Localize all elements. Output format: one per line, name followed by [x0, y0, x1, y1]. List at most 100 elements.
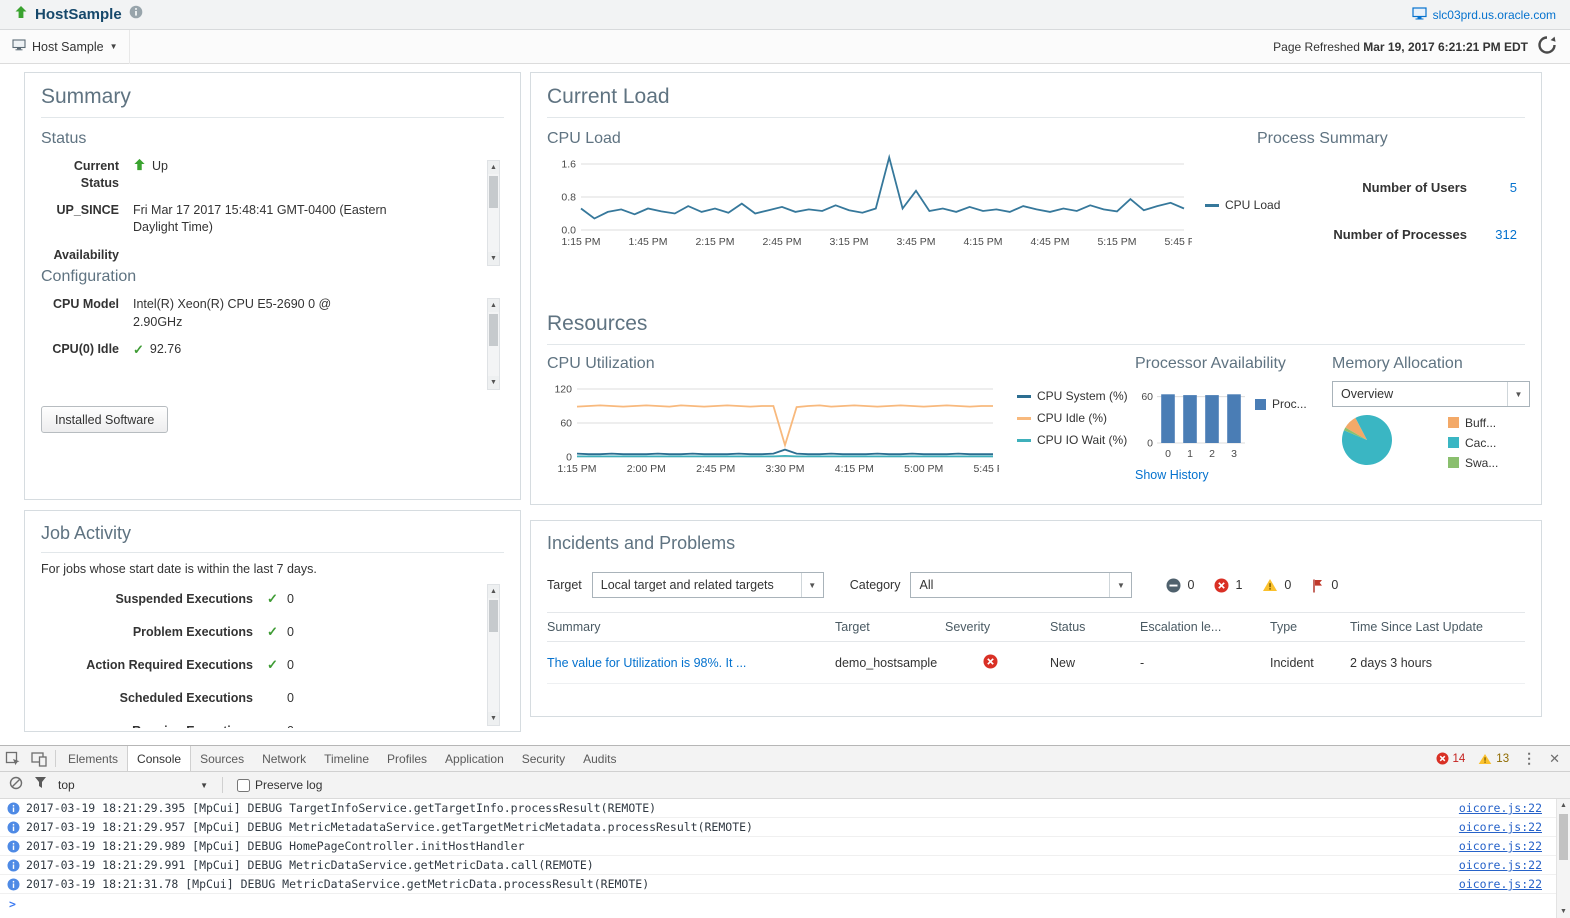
- refresh-button[interactable]: [1536, 34, 1558, 59]
- svg-text:0: 0: [566, 452, 572, 464]
- scroll-up-icon[interactable]: ▲: [488, 161, 499, 174]
- memory-view-select[interactable]: Overview ▼: [1332, 381, 1530, 407]
- config-row: CPU(0) Idle ✓ 92.76: [41, 341, 476, 359]
- console-warning-badge[interactable]: 13: [1478, 753, 1509, 765]
- job-activity-subtitle: For jobs whose start date is within the …: [41, 562, 317, 576]
- tab-security[interactable]: Security: [513, 746, 574, 771]
- incident-row[interactable]: The value for Utilization is 98%. It ...…: [547, 642, 1525, 684]
- svg-text:3: 3: [1231, 448, 1237, 460]
- clear-console-icon[interactable]: [9, 776, 23, 795]
- number-of-users-link[interactable]: 5: [1467, 180, 1517, 195]
- devtools-tabbar: Elements Console Sources Network Timelin…: [0, 746, 1570, 772]
- console-error-badge[interactable]: 14: [1436, 752, 1465, 765]
- source-link[interactable]: oicore.js:22: [1459, 858, 1556, 872]
- scroll-down-icon[interactable]: ▼: [1557, 905, 1570, 918]
- scroll-thumb[interactable]: [489, 176, 498, 208]
- source-link[interactable]: oicore.js:22: [1459, 801, 1556, 815]
- incidents-card: Incidents and Problems Target Local targ…: [530, 520, 1542, 717]
- tab-network[interactable]: Network: [253, 746, 315, 771]
- tab-console[interactable]: Console: [127, 746, 192, 771]
- legend-swatch: [1017, 416, 1031, 420]
- devtools-close-icon[interactable]: ✕: [1549, 751, 1560, 767]
- scroll-thumb[interactable]: [1559, 814, 1568, 860]
- info-icon: [7, 840, 20, 856]
- warning-count[interactable]: 0: [1262, 578, 1291, 592]
- preserve-log-toggle[interactable]: Preserve log: [237, 778, 322, 792]
- scroll-down-icon[interactable]: ▼: [488, 252, 499, 265]
- log-row[interactable]: 2017-03-19 18:21:29.957 [MpCui] DEBUG Me…: [0, 818, 1556, 837]
- blocked-count[interactable]: 0: [1166, 578, 1194, 593]
- installed-software-button[interactable]: Installed Software: [41, 406, 169, 433]
- device-toolbar-icon[interactable]: [26, 746, 52, 771]
- tab-timeline[interactable]: Timeline: [315, 746, 378, 771]
- status-scrollbar[interactable]: ▲ ▼: [487, 160, 500, 266]
- filter-icon[interactable]: [34, 776, 47, 794]
- execution-context-select[interactable]: top ▼: [58, 778, 208, 792]
- scroll-up-icon[interactable]: ▲: [488, 299, 499, 312]
- svg-text:5:45 PM: 5:45 PM: [973, 463, 999, 475]
- scroll-up-icon[interactable]: ▲: [1557, 799, 1570, 812]
- category-select[interactable]: All ▼: [910, 572, 1133, 598]
- log-row[interactable]: 2017-03-19 18:21:29.991 [MpCui] DEBUG Me…: [0, 856, 1556, 875]
- number-of-processes-link[interactable]: 312: [1467, 227, 1517, 242]
- processor-availability-heading: Processor Availability: [1135, 355, 1286, 372]
- preserve-log-checkbox[interactable]: [237, 778, 250, 792]
- legend-swatch: [1017, 438, 1031, 442]
- console-input[interactable]: >: [0, 894, 1556, 913]
- svg-text:2:45 PM: 2:45 PM: [696, 463, 735, 475]
- scroll-up-icon[interactable]: ▲: [488, 585, 499, 598]
- cpu-model-label: CPU Model: [53, 297, 119, 311]
- job-row: Scheduled Executions 0: [119, 690, 294, 705]
- show-history-link[interactable]: Show History: [1135, 468, 1330, 482]
- devtools-menu-icon[interactable]: ⋮: [1522, 750, 1536, 767]
- jobs-scrollbar[interactable]: ▲ ▼: [487, 584, 500, 726]
- status-up-arrow-icon: [14, 5, 28, 24]
- scroll-thumb[interactable]: [489, 314, 498, 346]
- log-row[interactable]: 2017-03-19 18:21:29.989 [MpCui] DEBUG Ho…: [0, 837, 1556, 856]
- svg-text:1: 1: [1187, 448, 1193, 460]
- error-count[interactable]: 1: [1214, 578, 1242, 593]
- process-summary-heading: Process Summary: [1257, 130, 1388, 147]
- target-select[interactable]: Local target and related targets ▼: [591, 572, 824, 598]
- status-row: Availability: [41, 247, 476, 264]
- log-row[interactable]: 2017-03-19 18:21:31.78 [MpCui] DEBUG Met…: [0, 875, 1556, 894]
- incident-summary-link[interactable]: The value for Utilization is 98%. It ...: [547, 656, 746, 670]
- check-icon: ✓: [267, 656, 278, 672]
- job-row: Action Required Executions ✓ 0: [86, 656, 294, 672]
- svg-text:60: 60: [560, 418, 572, 430]
- job-row: Running Executions 0: [41, 714, 476, 729]
- scroll-down-icon[interactable]: ▼: [488, 712, 499, 725]
- console-toolbar: top ▼ Preserve log: [0, 772, 1570, 799]
- chevron-down-icon: ▼: [109, 42, 118, 51]
- tab-elements[interactable]: Elements: [59, 746, 127, 771]
- up-since-value: Fri Mar 17 2017 15:48:41 GMT-0400 (Easte…: [133, 202, 387, 235]
- config-scrollbar[interactable]: ▲ ▼: [487, 298, 500, 390]
- scroll-thumb[interactable]: [489, 600, 498, 632]
- tab-audits[interactable]: Audits: [574, 746, 625, 771]
- up-since-label: UP_SINCE: [56, 202, 119, 217]
- tab-application[interactable]: Application: [436, 746, 513, 771]
- info-icon: [7, 802, 20, 818]
- host-name: slc03prd.us.oracle.com: [1432, 7, 1556, 22]
- target-menu-label: Host Sample: [32, 39, 104, 54]
- log-row[interactable]: 2017-03-19 18:21:29.395 [MpCui] DEBUG Ta…: [0, 799, 1556, 818]
- flag-count[interactable]: 0: [1311, 578, 1338, 593]
- svg-text:2:15 PM: 2:15 PM: [695, 236, 734, 248]
- info-icon[interactable]: [129, 5, 143, 24]
- source-link[interactable]: oicore.js:22: [1459, 820, 1556, 834]
- job-row: Problem Executions ✓ 0: [132, 623, 294, 639]
- tab-profiles[interactable]: Profiles: [378, 746, 436, 771]
- source-link[interactable]: oicore.js:22: [1459, 877, 1556, 891]
- current-load-card: Current Load CPU Load 0.0 0.8 1.6 1:15 PM 1:…: [530, 72, 1542, 505]
- refreshed-label: Page Refreshed: [1273, 39, 1360, 54]
- host-link[interactable]: slc03prd.us.oracle.com: [1412, 6, 1556, 23]
- console-scrollbar[interactable]: ▲ ▼: [1556, 799, 1570, 918]
- source-link[interactable]: oicore.js:22: [1459, 839, 1556, 853]
- incident-counts: 0 1 0 0: [1166, 578, 1338, 593]
- incidents-table: Summary Target Severity Status Escalatio…: [547, 612, 1525, 684]
- info-icon: [7, 859, 20, 875]
- inspect-element-icon[interactable]: [0, 746, 26, 771]
- target-menu-button[interactable]: Host Sample ▼: [0, 29, 131, 64]
- scroll-down-icon[interactable]: ▼: [488, 376, 499, 389]
- tab-sources[interactable]: Sources: [191, 746, 253, 771]
